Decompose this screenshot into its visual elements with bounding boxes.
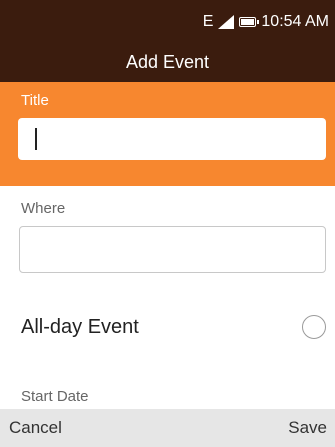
where-input[interactable] (19, 226, 326, 273)
all-day-radio[interactable] (302, 315, 326, 339)
cancel-button[interactable]: Cancel (9, 418, 62, 438)
status-time: 10:54 AM (261, 13, 329, 30)
app-header: Add Event (0, 42, 335, 82)
title-input[interactable] (18, 118, 326, 160)
where-label: Where (21, 200, 66, 217)
all-day-label: All-day Event (21, 316, 139, 338)
battery-icon (239, 17, 260, 27)
save-button[interactable]: Save (288, 418, 327, 438)
title-field-section: Title (0, 82, 335, 186)
all-day-row[interactable]: All-day Event (0, 306, 335, 350)
page-title: Add Event (125, 51, 210, 72)
start-date-label: Start Date (21, 388, 89, 405)
status-bar: E 10:54 AM (0, 0, 335, 42)
status-icons: E 10:54 AM (203, 12, 329, 32)
softkey-bar: Cancel Save (0, 409, 335, 447)
title-label: Title (21, 92, 49, 109)
text-cursor (35, 128, 37, 150)
signal-icon (218, 15, 235, 29)
network-type: E (202, 13, 214, 30)
